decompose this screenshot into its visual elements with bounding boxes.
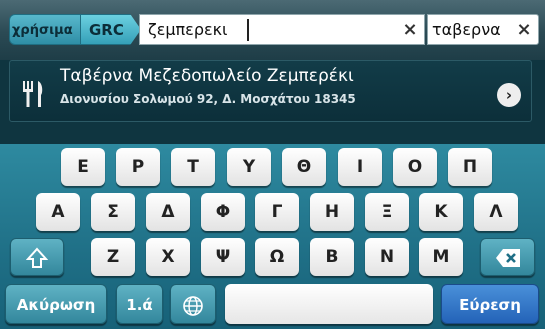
key-psi[interactable]: Ψ — [201, 238, 245, 276]
key-pi[interactable]: Π — [448, 148, 492, 186]
key-delta[interactable]: Δ — [146, 193, 190, 231]
key-nu[interactable]: Ν — [365, 238, 409, 276]
key-omicron[interactable]: Ο — [393, 148, 437, 186]
clear-category-button[interactable]: × — [514, 14, 534, 45]
key-sigma[interactable]: Σ — [91, 193, 135, 231]
key-gamma[interactable]: Γ — [255, 193, 299, 231]
key-chi[interactable]: Χ — [146, 238, 190, 276]
shift-key[interactable] — [10, 238, 64, 276]
backspace-key[interactable] — [480, 238, 535, 276]
restaurant-icon — [20, 79, 46, 109]
search-input-text: ζεμπερεκι — [148, 20, 228, 39]
space-key[interactable] — [225, 284, 433, 324]
key-mu[interactable]: Μ — [419, 238, 463, 276]
key-tau[interactable]: Τ — [171, 148, 215, 186]
shift-icon — [25, 247, 49, 268]
key-kappa[interactable]: Κ — [419, 193, 463, 231]
breadcrumb-category[interactable]: χρήσιμα — [9, 14, 81, 45]
result-title: Ταβέρνα Μεζεδοπωλείο Ζεμπερέκι — [60, 66, 354, 86]
key-theta[interactable]: Θ — [282, 148, 326, 186]
go-arrow-button[interactable]: › — [497, 83, 521, 107]
key-upsilon[interactable]: Υ — [227, 148, 271, 186]
key-zeta[interactable]: Ζ — [91, 238, 135, 276]
backspace-icon — [495, 249, 520, 267]
key-phi[interactable]: Φ — [201, 193, 245, 231]
key-omega[interactable]: Ω — [255, 238, 299, 276]
category-input-text: ταβερνα — [432, 20, 501, 39]
key-epsilon[interactable]: Ε — [61, 148, 105, 186]
language-key[interactable] — [170, 284, 216, 324]
key-alpha[interactable]: Α — [36, 193, 80, 231]
breadcrumb-country[interactable]: GRC — [81, 14, 141, 45]
text-caret — [247, 19, 249, 41]
search-key[interactable]: Εύρεση — [441, 284, 539, 324]
globe-icon — [183, 295, 203, 316]
key-iota[interactable]: Ι — [338, 148, 382, 186]
key-rho[interactable]: Ρ — [116, 148, 160, 186]
key-beta[interactable]: Β — [310, 238, 354, 276]
key-eta[interactable]: Η — [310, 193, 354, 231]
result-address: Διονυσίου Σολωμού 92, Δ. Μοσχάτου 18345 — [60, 92, 356, 106]
cancel-key[interactable]: Ακύρωση — [5, 284, 107, 324]
numbers-key[interactable]: 1.ά — [116, 284, 163, 324]
key-xi[interactable]: Ξ — [365, 193, 409, 231]
key-lambda[interactable]: Λ — [474, 193, 518, 231]
clear-search-button[interactable]: × — [400, 14, 420, 45]
